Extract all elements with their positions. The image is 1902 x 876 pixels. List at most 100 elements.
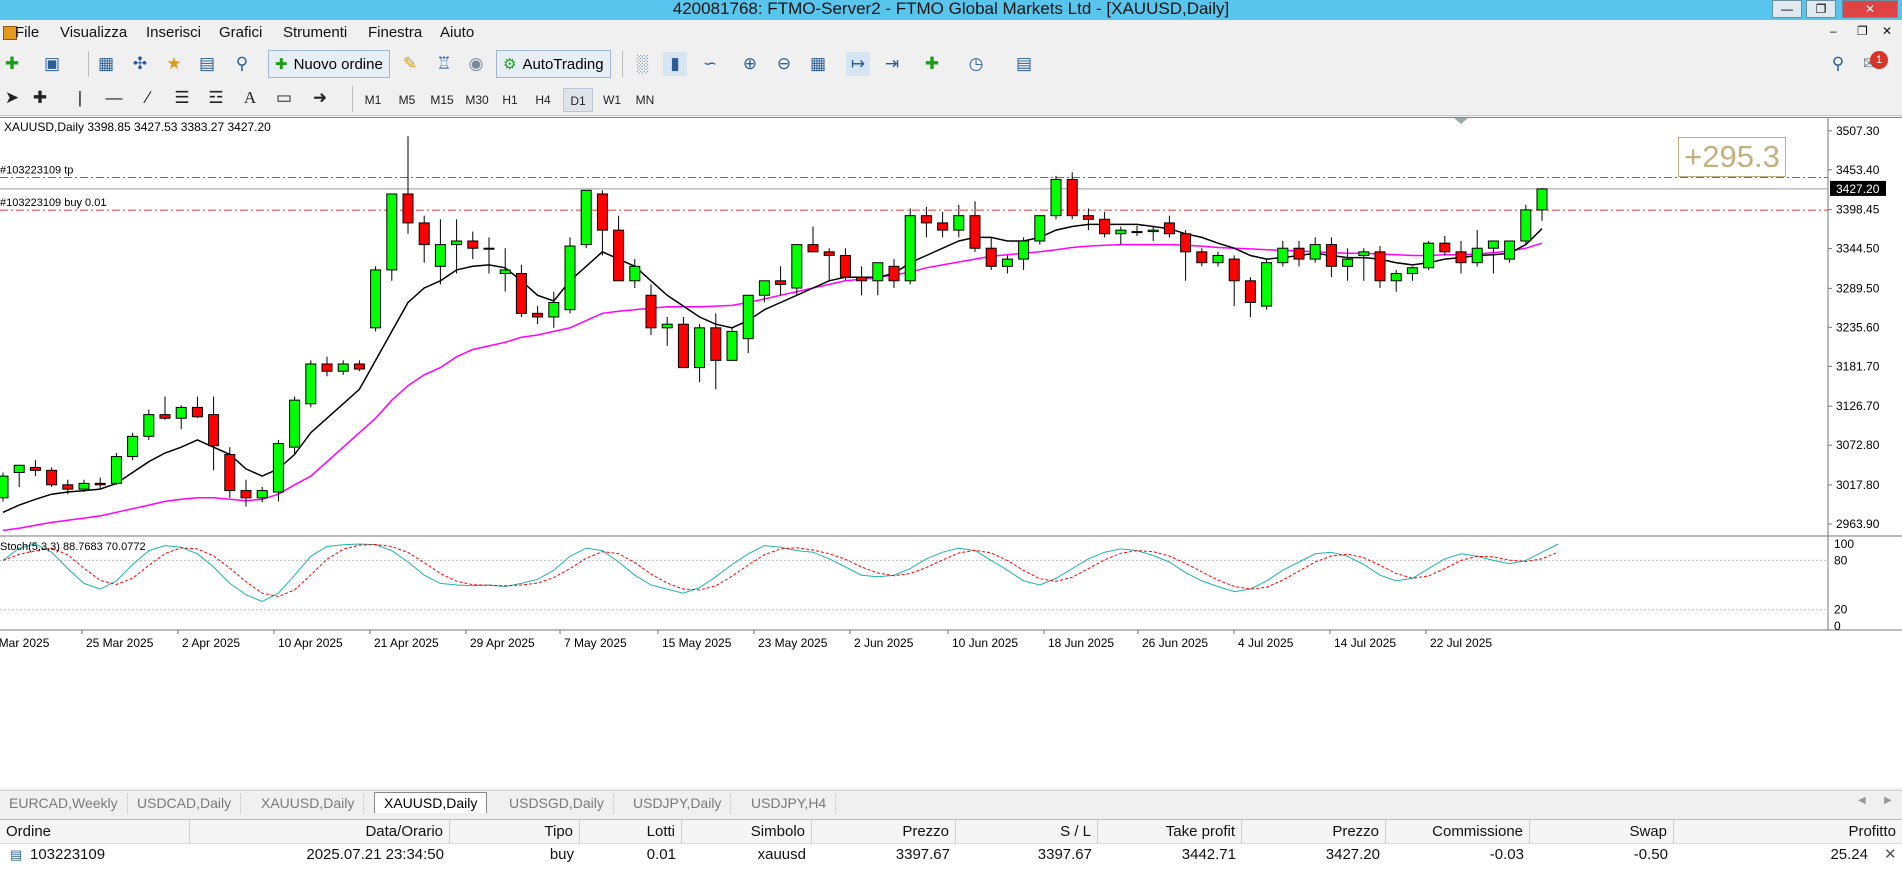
terminal-icon[interactable]: ▤ xyxy=(195,52,219,76)
tab-eurcad-weekly[interactable]: EURCAD,Weekly xyxy=(0,793,128,814)
market-watch-icon[interactable]: ▦ xyxy=(94,52,118,76)
candle xyxy=(694,324,706,383)
timeframe-h1[interactable]: H1 xyxy=(497,88,523,112)
indicators-icon[interactable]: ✚ xyxy=(920,52,944,76)
col-ordine[interactable]: Ordine xyxy=(0,820,190,844)
close-order-icon[interactable]: ✕ xyxy=(1878,844,1898,866)
candle xyxy=(661,316,673,346)
toolbar-separator xyxy=(88,51,89,77)
menu-finestra[interactable]: Finestra xyxy=(368,24,422,41)
crosshair-icon[interactable]: ✚ xyxy=(28,86,52,110)
channel-icon[interactable]: ☰ xyxy=(170,86,194,110)
col-commissione[interactable]: Commissione xyxy=(1386,820,1530,844)
line-chart-icon[interactable]: ∽ xyxy=(698,52,722,76)
profiles-icon[interactable]: ▣ xyxy=(40,52,64,76)
col-swap[interactable]: Swap xyxy=(1530,820,1674,844)
bar-chart-icon[interactable]: ░ xyxy=(630,52,654,76)
child-minimize-icon[interactable]: – xyxy=(1830,24,1837,38)
candle-body xyxy=(272,443,284,493)
minimize-button[interactable]: — xyxy=(1772,0,1802,18)
autotrading-button[interactable]: ⚙ AutoTrading xyxy=(496,50,611,78)
templates-icon[interactable]: ▤ xyxy=(1012,52,1036,76)
timeframe-m15[interactable]: M15 xyxy=(426,88,458,112)
price-chart[interactable]: #103223109 tp #103223109 buy 0.01 Stoch(5… xyxy=(0,118,1902,789)
menu-grafici[interactable]: Grafici xyxy=(219,24,262,41)
zoom-out-icon[interactable]: ⊖ xyxy=(772,52,796,76)
window-titlebar[interactable]: 420081768: FTMO-Server2 - FTMO Global Ma… xyxy=(0,0,1902,20)
metaeditor-icon[interactable]: ✎ xyxy=(398,52,422,76)
candle-body xyxy=(1536,188,1548,211)
child-restore-icon[interactable]: ❐ xyxy=(1857,24,1868,38)
chart-window[interactable]: #103223109 tp #103223109 buy 0.01 Stoch(5… xyxy=(0,117,1902,788)
maximize-button[interactable]: ❐ xyxy=(1806,0,1836,18)
tab-usdjpy-daily[interactable]: USDJPY,Daily xyxy=(624,793,732,814)
col-sl[interactable]: S / L xyxy=(956,820,1098,844)
vertical-line-icon[interactable]: | xyxy=(68,86,92,110)
horizontal-line-icon[interactable]: — xyxy=(102,86,126,110)
zoom-in-icon[interactable]: ⊕ xyxy=(738,52,762,76)
tile-windows-icon[interactable]: ▦ xyxy=(806,52,830,76)
candle xyxy=(386,193,398,281)
child-close-icon[interactable]: ✕ xyxy=(1882,24,1892,38)
menu-aiuto[interactable]: Aiuto xyxy=(440,24,474,41)
menu-visualizza[interactable]: Visualizza xyxy=(60,24,127,41)
timeframe-m5[interactable]: M5 xyxy=(394,88,420,112)
strategy-tester-icon[interactable]: ⚲ xyxy=(230,52,254,76)
tab-xauusd-daily-active[interactable]: XAUUSD,Daily xyxy=(374,792,488,813)
timeframe-mn[interactable]: MN xyxy=(630,88,660,112)
cursor-icon[interactable]: ➤ xyxy=(0,86,24,110)
menu-strumenti[interactable]: Strumenti xyxy=(283,24,347,41)
close-window-button[interactable]: ✕ xyxy=(1842,0,1898,18)
table-row[interactable]: ▤ 103223109 2025.07.21 23:34:50 buy 0.01… xyxy=(0,844,1902,866)
col-profitto[interactable]: Profitto xyxy=(1674,820,1902,844)
col-tipo[interactable]: Tipo xyxy=(450,820,580,844)
col-prezzo[interactable]: Prezzo xyxy=(812,820,956,844)
candle-body xyxy=(13,464,25,474)
auto-scroll-icon[interactable]: ↦ xyxy=(846,52,870,76)
market-icon[interactable]: ◉ xyxy=(464,52,488,76)
col-simbolo[interactable]: Simbolo xyxy=(682,820,812,844)
candle xyxy=(613,215,625,282)
periods-icon[interactable]: ◷ xyxy=(964,52,988,76)
timeframe-d1[interactable]: D1 xyxy=(563,88,593,112)
col-prezzo-current[interactable]: Prezzo xyxy=(1242,820,1386,844)
candlestick-chart-icon[interactable]: ▮ xyxy=(663,52,687,76)
timeframe-w1[interactable]: W1 xyxy=(598,88,626,112)
col-take-profit[interactable]: Take profit xyxy=(1098,820,1242,844)
tab-usdsgd-daily[interactable]: USDSGD,Daily xyxy=(500,793,614,814)
tab-usdcad-daily[interactable]: USDCAD,Daily xyxy=(128,793,242,814)
new-order-button[interactable]: ✚ Nuovo ordine xyxy=(268,50,390,78)
timeframe-m30[interactable]: M30 xyxy=(461,88,493,112)
text-tool-icon[interactable]: A xyxy=(238,86,262,110)
timeframe-h4[interactable]: H4 xyxy=(530,88,556,112)
candle-body xyxy=(1018,240,1030,260)
candle-body xyxy=(564,245,576,311)
candle xyxy=(1212,251,1224,267)
tab-usdjpy-h4[interactable]: USDJPY,H4 xyxy=(742,793,837,814)
tab-xauusd-daily[interactable]: XAUUSD,Daily xyxy=(252,793,365,814)
date-tick-label: 7 May 2025 xyxy=(564,636,627,650)
menu-inserisci[interactable]: Inserisci xyxy=(146,24,201,41)
text-label-icon[interactable]: ▭ xyxy=(272,86,296,110)
chart-shift-icon[interactable]: ⇥ xyxy=(880,52,904,76)
tab-scroll-left-icon[interactable]: ◀ xyxy=(1858,795,1866,806)
fibonacci-icon[interactable]: ☲ xyxy=(204,86,228,110)
new-chart-icon[interactable]: ✚ xyxy=(0,52,24,76)
trendline-icon[interactable]: ∕ xyxy=(136,86,160,110)
data-window-icon[interactable]: ✣ xyxy=(128,52,152,76)
timeframe-m1[interactable]: M1 xyxy=(360,88,386,112)
tab-scroll-right-icon[interactable]: ▶ xyxy=(1884,795,1892,806)
col-data-orario[interactable]: Data/Orario xyxy=(190,820,450,844)
date-tick-label: 17 Mar 2025 xyxy=(0,636,50,650)
date-tick-label: 26 Jun 2025 xyxy=(1142,636,1208,650)
col-lotti[interactable]: Lotti xyxy=(580,820,682,844)
candle-body xyxy=(208,414,220,447)
navigator-icon[interactable]: ★ xyxy=(162,52,186,76)
notification-badge[interactable]: 1 xyxy=(1870,51,1888,69)
candle xyxy=(1050,175,1062,220)
candle-body xyxy=(823,251,835,256)
search-icon[interactable]: ⚲ xyxy=(1826,52,1850,76)
signals-icon[interactable]: ♖ xyxy=(432,52,456,76)
menu-file[interactable]: File xyxy=(15,24,39,41)
arrows-icon[interactable]: ➜ xyxy=(308,86,332,110)
